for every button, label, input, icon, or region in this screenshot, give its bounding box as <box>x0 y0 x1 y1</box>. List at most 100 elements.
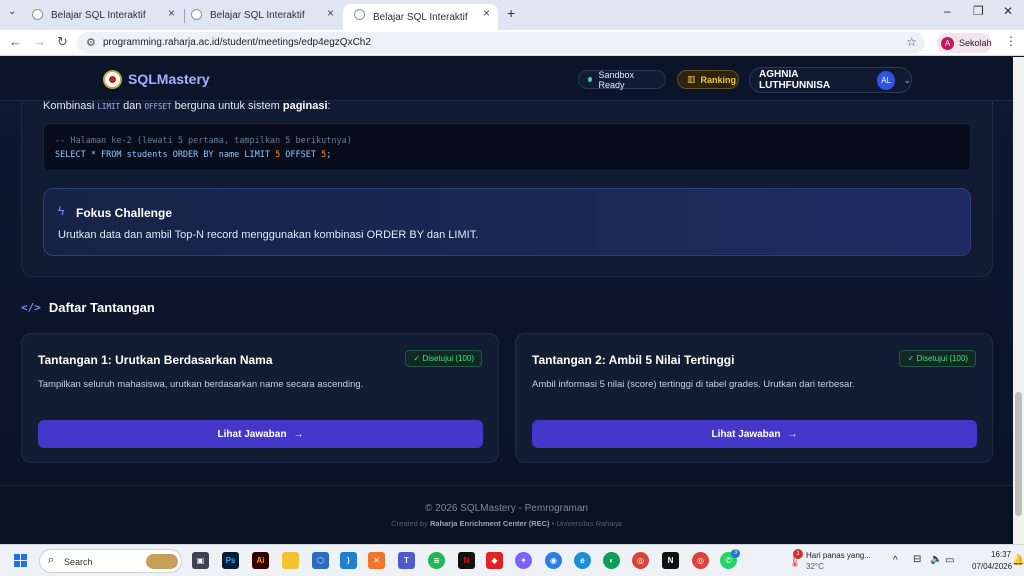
network-icon[interactable]: ⊟ <box>913 554 921 565</box>
copilot-icon[interactable]: ✦ <box>515 552 532 569</box>
address-bar[interactable]: ⚙ programming.raharja.ac.id/student/meet… <box>77 32 925 54</box>
vscode-icon[interactable]: ⟩ <box>340 552 357 569</box>
browser-menu-icon[interactable]: ⋮ <box>1005 34 1017 48</box>
inline-code-offset: OFFSET <box>144 102 172 111</box>
page-footer: © 2026 SQLMastery - Pemrograman Created … <box>0 485 1013 544</box>
tab-favicon-icon <box>32 9 43 20</box>
chrome-profile-icon[interactable]: ◎ <box>692 552 709 569</box>
arrow-right-icon: → <box>293 428 304 440</box>
challenge-card: Tantangan 1: Urutkan Berdasarkan Nama ✓ … <box>21 333 499 463</box>
folder-icon[interactable] <box>282 552 299 569</box>
focus-challenge-box: ϟ Fokus Challenge Urutkan data dan ambil… <box>43 188 971 256</box>
view-answer-button[interactable]: Lihat Jawaban → <box>532 420 977 448</box>
outlook-icon[interactable]: ◉ <box>545 552 562 569</box>
brand-name[interactable]: SQLMastery <box>128 71 210 87</box>
status-badge: ✓ Disetujui (100) <box>899 350 976 367</box>
edge-icon[interactable]: e <box>574 552 591 569</box>
site-info-icon[interactable]: ⚙ <box>86 36 96 49</box>
chrome-icon[interactable]: ◎ <box>632 552 649 569</box>
code-sql-part: SELECT * FROM students ORDER BY name LIM… <box>55 150 276 160</box>
logo-icon[interactable] <box>103 70 122 89</box>
battery-icon[interactable]: ▭ <box>945 555 954 566</box>
bookmark-star-icon[interactable]: ☆ <box>906 35 917 49</box>
credits-text: Created by Raharja Enrichment Center (RE… <box>0 519 1013 528</box>
app-header: SQLMastery Sandbox Ready ▥ Ranking AGHNI… <box>0 57 1013 101</box>
browser-tab-1[interactable]: Belajar SQL Interaktif × <box>21 4 183 26</box>
lesson-intro-text: Kombinasi LIMIT dan OFFSET berguna untuk… <box>43 100 331 112</box>
tab-favicon-icon <box>191 9 202 20</box>
challenge-card: Tantangan 2: Ambil 5 Nilai Tertinggi ✓ D… <box>515 333 993 463</box>
clock-time[interactable]: 16:37 <box>991 550 1011 559</box>
browser-tab-3[interactable]: Belajar SQL Interaktif × <box>343 4 498 30</box>
url-text[interactable]: programming.raharja.ac.id/student/meetin… <box>103 37 371 48</box>
forward-icon[interactable]: → <box>33 34 46 49</box>
credits-separator: • <box>551 519 555 528</box>
weather-text[interactable]: Hari panas yang... <box>806 551 871 560</box>
chevron-up-icon[interactable]: ^ <box>893 555 898 566</box>
sql-code-block: -- Halaman ke-2 (lewati 5 pertama, tampi… <box>43 123 971 171</box>
status-badge: ✓ Disetujui (100) <box>405 350 482 367</box>
file-explorer-icon[interactable]: ▣ <box>192 552 209 569</box>
xampp-icon[interactable]: ✕ <box>368 552 385 569</box>
edge-dev-icon[interactable]: ◐ <box>603 552 620 569</box>
taskbar-search[interactable]: ⌕ Search <box>39 549 182 573</box>
challenges-title: Daftar Tantangan <box>48 300 155 315</box>
copyright-text: © 2026 SQLMastery - Pemrograman <box>425 503 588 514</box>
minimize-icon[interactable]: – <box>944 4 951 18</box>
intro-text: dan <box>123 100 142 112</box>
challenge-description: Tampilkan seluruh mahasiswa, urutkan ber… <box>38 379 364 390</box>
teams-icon[interactable]: T <box>398 552 415 569</box>
spotify-icon[interactable]: ≋ <box>428 552 445 569</box>
notification-bell-icon[interactable]: 🔔 <box>1012 555 1024 566</box>
close-tab-icon[interactable]: × <box>327 6 334 20</box>
clock-date[interactable]: 07/04/2026 <box>972 562 1012 571</box>
status-label: Sandbox Ready <box>598 69 635 90</box>
back-icon[interactable]: ← <box>9 34 22 49</box>
restore-icon[interactable]: ❐ <box>973 4 984 18</box>
photoshop-icon[interactable]: Ps <box>222 552 239 569</box>
ranking-button[interactable]: ▥ Ranking <box>677 70 739 89</box>
tab-favicon-icon <box>354 9 365 20</box>
intro-text: Kombinasi <box>43 100 95 112</box>
code-sql-part: ; <box>326 150 332 160</box>
taskbar: ⌕ Search ▣ Ps Ai ⬡ ⟩ ✕ T ≋ N ◆ ✦ ◉ e ◐ ◎… <box>0 544 1024 576</box>
inline-code-limit: LIMIT <box>97 102 120 111</box>
virtualbox-icon[interactable]: ⬡ <box>312 552 329 569</box>
code-icon: </> <box>21 301 41 314</box>
tab-title: Belajar SQL Interaktif <box>373 11 468 23</box>
volume-icon[interactable]: 🔈 <box>930 554 942 565</box>
tab-list-chevron-icon[interactable]: ⌄ <box>8 6 16 17</box>
arrow-right-icon: → <box>787 428 798 440</box>
scrollbar-thumb[interactable] <box>1015 392 1022 516</box>
reload-icon[interactable]: ↻ <box>57 34 68 50</box>
bar-chart-icon: ▥ <box>687 74 696 84</box>
browser-toolbar: ← → ↻ ⚙ programming.raharja.ac.id/studen… <box>0 30 1024 56</box>
web-page: Kombinasi LIMIT dan OFFSET berguna untuk… <box>0 57 1013 544</box>
close-tab-icon[interactable]: × <box>168 6 175 20</box>
new-tab-button[interactable]: + <box>507 5 515 21</box>
netflix-icon[interactable]: N <box>458 552 475 569</box>
sandbox-status-pill: Sandbox Ready <box>578 69 666 90</box>
button-label: Lihat Jawaban <box>711 428 781 440</box>
profile-avatar: A <box>941 36 954 50</box>
browser-tab-2[interactable]: Belajar SQL Interaktif × <box>180 4 342 26</box>
notion-icon[interactable]: N <box>662 552 679 569</box>
lightning-icon: ϟ <box>58 204 65 218</box>
user-menu[interactable]: AGHNIA LUTHFUNNISA AL ⌄ <box>749 67 912 93</box>
credits-university: Universitas Raharja <box>556 519 622 528</box>
challenge-title: Tantangan 1: Urutkan Berdasarkan Nama <box>38 353 273 367</box>
tab-title: Belajar SQL Interaktif <box>210 9 305 21</box>
close-tab-icon[interactable]: × <box>483 6 490 20</box>
browser-tab-strip: ⌄ Belajar SQL Interaktif × Belajar SQL I… <box>0 0 1024 30</box>
user-name: AGHNIA LUTHFUNNISA <box>759 69 831 91</box>
profile-label: Sekolah <box>959 38 992 48</box>
windows-start-icon[interactable] <box>14 554 28 568</box>
app-red-icon[interactable]: ◆ <box>486 552 503 569</box>
profile-button[interactable]: A Sekolah <box>937 33 992 53</box>
illustrator-icon[interactable]: Ai <box>252 552 269 569</box>
intro-text: berguna untuk sistem <box>174 100 280 112</box>
avatar: AL <box>876 70 896 90</box>
close-window-icon[interactable]: ✕ <box>1003 4 1013 18</box>
button-label: Lihat Jawaban <box>217 428 287 440</box>
view-answer-button[interactable]: Lihat Jawaban → <box>38 420 483 448</box>
